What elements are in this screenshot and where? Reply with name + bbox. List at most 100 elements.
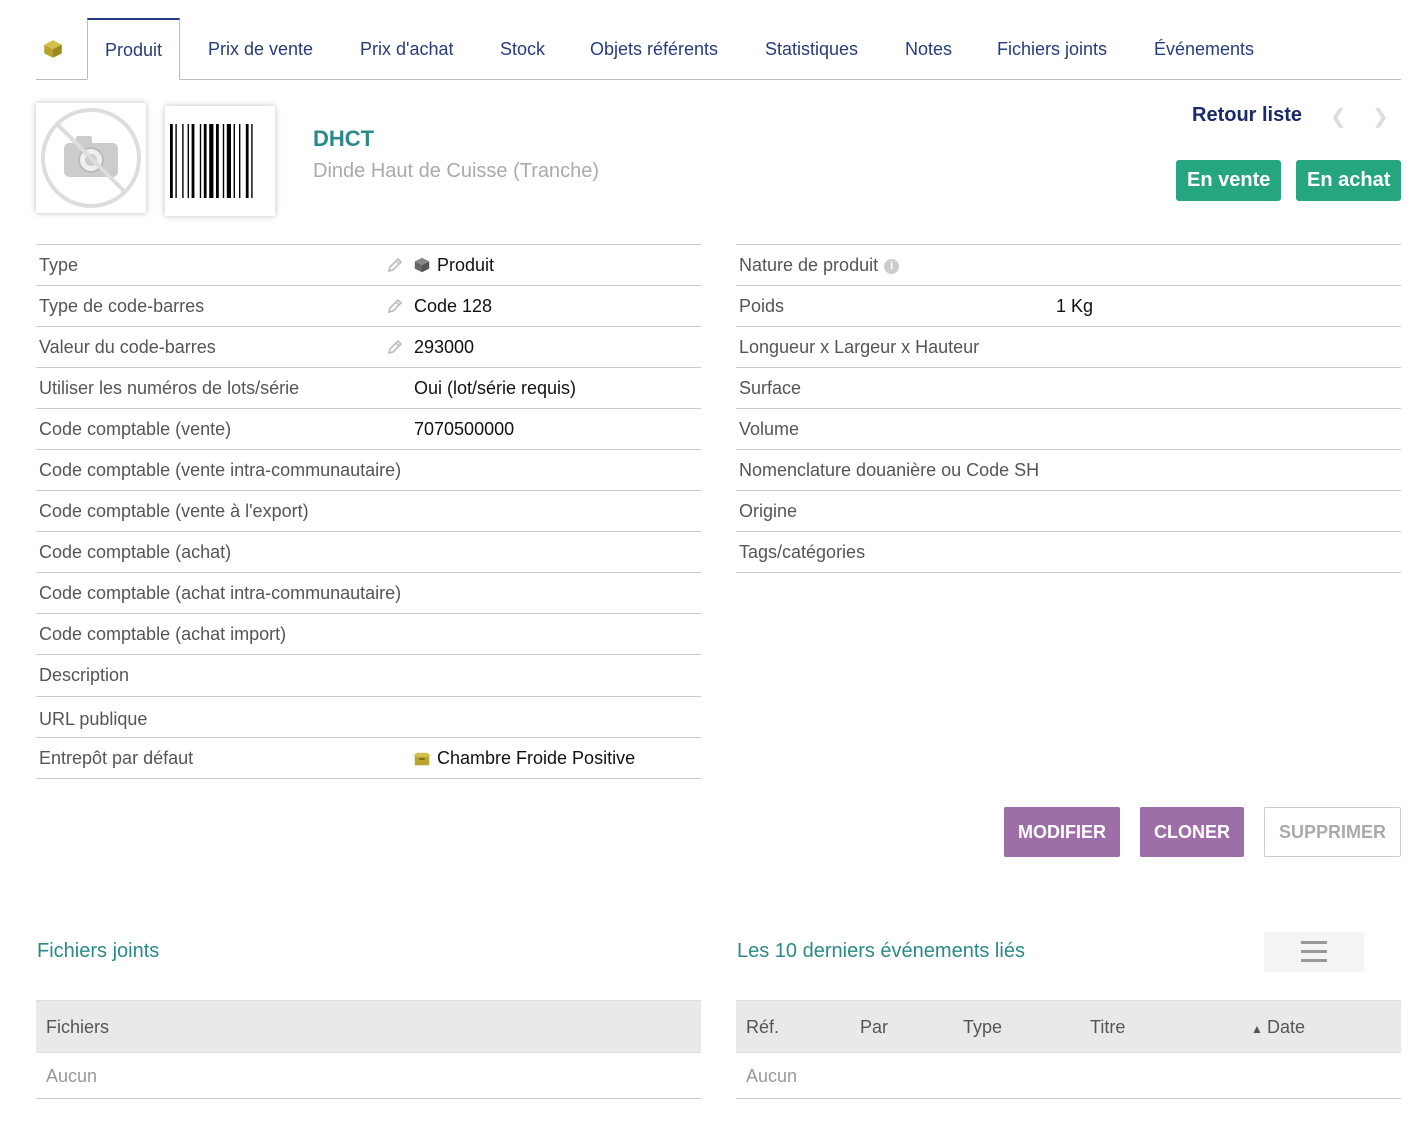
chevron-left-icon[interactable]: ❮ — [1330, 104, 1347, 129]
files-empty-row: Aucun — [36, 1053, 701, 1099]
field-row-type: Type Produit — [36, 245, 701, 286]
product-cube-icon[interactable] — [42, 38, 64, 60]
no-photo-icon — [41, 108, 141, 208]
empty-text: Aucun — [46, 1066, 98, 1086]
field-label: Tags/catégories — [739, 542, 866, 562]
field-label: Code comptable (vente) — [39, 419, 232, 439]
files-table: Fichiers Aucun — [36, 1000, 701, 1099]
info-icon[interactable]: i — [884, 258, 900, 274]
tab-evenements[interactable]: Événements — [1154, 18, 1254, 80]
field-label: Entrepôt par défaut — [39, 748, 194, 768]
column-header-by[interactable]: Par — [860, 1017, 888, 1038]
field-row-default-warehouse: Entrepôt par défaut Chambre Froide Posit… — [36, 738, 701, 779]
field-value: Oui (lot/série requis) — [414, 378, 577, 398]
hamburger-menu-icon[interactable] — [1264, 932, 1364, 972]
empty-text: Aucun — [746, 1066, 798, 1086]
product-photo[interactable] — [36, 103, 146, 213]
tab-notes[interactable]: Notes — [905, 18, 952, 80]
sort-asc-icon[interactable]: ▲ — [1251, 1022, 1263, 1036]
barcode-bar — [216, 124, 219, 198]
barcode-bar — [245, 124, 249, 198]
field-value: Code 128 — [414, 296, 493, 316]
field-row-account-purchase-import: Code comptable (achat import) — [36, 614, 701, 655]
barcode-bar — [209, 124, 214, 198]
field-label: Code comptable (achat import) — [39, 624, 287, 644]
tab-prix-de-vente[interactable]: Prix de vente — [208, 18, 313, 80]
field-label: Code comptable (vente intra-communautair… — [39, 460, 402, 480]
field-row-account-sale-export: Code comptable (vente à l'export) — [36, 491, 701, 532]
modify-button[interactable]: MODIFIER — [1004, 807, 1120, 857]
events-table-header: Réf. Par Type Titre ▲ Date — [736, 1001, 1401, 1053]
field-row-account-sale: Code comptable (vente) 7070500000 — [36, 409, 701, 450]
product-ref: DHCT — [313, 126, 375, 151]
field-label: Poids — [739, 296, 785, 316]
clone-button[interactable]: CLONER — [1140, 807, 1244, 857]
field-label: Longueur x Largeur x Hauteur — [739, 337, 980, 357]
chevron-right-icon[interactable]: ❯ — [1372, 104, 1389, 129]
tab-objets-referents[interactable]: Objets référents — [590, 18, 718, 80]
default-warehouse-link[interactable]: Chambre Froide Positive — [437, 748, 635, 769]
pencil-icon[interactable] — [386, 338, 404, 356]
tab-stock[interactable]: Stock — [500, 18, 545, 80]
column-header-files: Fichiers — [46, 1017, 110, 1037]
left-field-table: Type Produit Type de code-barres Code 12… — [36, 244, 701, 779]
field-label: Surface — [739, 378, 802, 398]
field-label: Code comptable (achat) — [39, 542, 232, 562]
back-to-list-link[interactable]: Retour liste — [1192, 104, 1302, 127]
field-row-account-sale-intra: Code comptable (vente intra-communautair… — [36, 450, 701, 491]
field-label: Description — [39, 665, 130, 685]
status-badge-sale: En vente — [1176, 160, 1282, 201]
pencil-icon[interactable] — [386, 256, 404, 274]
field-value: 7070500000 — [414, 419, 515, 439]
delete-button[interactable]: SUPPRIMER — [1264, 807, 1402, 857]
barcode-bar — [233, 124, 235, 198]
barcode-bar — [199, 124, 202, 198]
tab-prix-d-achat[interactable]: Prix d'achat — [360, 18, 453, 80]
tab-statistiques[interactable]: Statistiques — [765, 18, 858, 80]
tab-fichiers-joints[interactable]: Fichiers joints — [997, 18, 1107, 80]
field-row-tags: Tags/catégories — [736, 532, 1401, 573]
field-label: Origine — [739, 501, 798, 521]
barcode-bar — [170, 124, 173, 198]
column-header-ref[interactable]: Réf. — [746, 1017, 779, 1038]
barcode-bar — [187, 124, 189, 198]
field-label: Nature de produit — [739, 255, 879, 275]
field-row-account-purchase-intra: Code comptable (achat intra-communautair… — [36, 573, 701, 614]
barcode-bar — [226, 124, 231, 198]
tab-bar: Produit Prix de vente Prix d'achat Stock… — [36, 18, 1401, 80]
events-empty-row: Aucun — [736, 1053, 1401, 1099]
field-row-public-url: URL publique — [36, 697, 701, 738]
field-label: Valeur du code-barres — [39, 337, 216, 357]
column-header-title[interactable]: Titre — [1090, 1017, 1125, 1038]
field-row-weight: Poids 1 Kg — [736, 286, 1401, 327]
field-value: 1 Kg — [1056, 296, 1094, 316]
field-label: Nomenclature douanière ou Code SH — [739, 460, 1040, 480]
field-label: Code comptable (vente à l'export) — [39, 501, 309, 521]
right-field-table: Nature de produit i Poids 1 Kg Longueur x… — [736, 244, 1401, 573]
barcode-bar — [203, 124, 207, 198]
product-box-icon — [414, 257, 430, 273]
field-label: Volume — [739, 419, 800, 439]
barcode-bar — [191, 124, 195, 198]
field-row-lots: Utiliser les numéros de lots/série Oui (… — [36, 368, 701, 409]
field-row-volume: Volume — [736, 409, 1401, 450]
field-row-account-purchase: Code comptable (achat) — [36, 532, 701, 573]
product-label: Dinde Haut de Cuisse (Tranche) — [313, 160, 600, 182]
files-section-title: Fichiers joints — [37, 940, 160, 962]
barcode-bar — [175, 124, 177, 198]
column-header-date[interactable]: Date — [1267, 1017, 1305, 1038]
field-row-nature: Nature de produit i — [736, 245, 1401, 286]
column-header-type[interactable]: Type — [963, 1017, 1002, 1038]
barcode-bar — [182, 124, 184, 198]
events-table: Réf. Par Type Titre ▲ Date Aucun — [736, 1000, 1401, 1099]
field-value: Produit — [437, 255, 495, 275]
field-label: Utiliser les numéros de lots/série — [39, 378, 300, 398]
barcode-graphic — [170, 124, 253, 198]
field-label: Type — [39, 255, 79, 275]
field-label: Code comptable (achat intra-communautair… — [39, 583, 402, 603]
field-row-customs-code: Nomenclature douanière ou Code SH — [736, 450, 1401, 491]
tab-produit[interactable]: Produit — [87, 18, 181, 80]
barcode-bar — [239, 124, 241, 198]
barcode-bar — [222, 124, 225, 198]
pencil-icon[interactable] — [386, 297, 404, 315]
